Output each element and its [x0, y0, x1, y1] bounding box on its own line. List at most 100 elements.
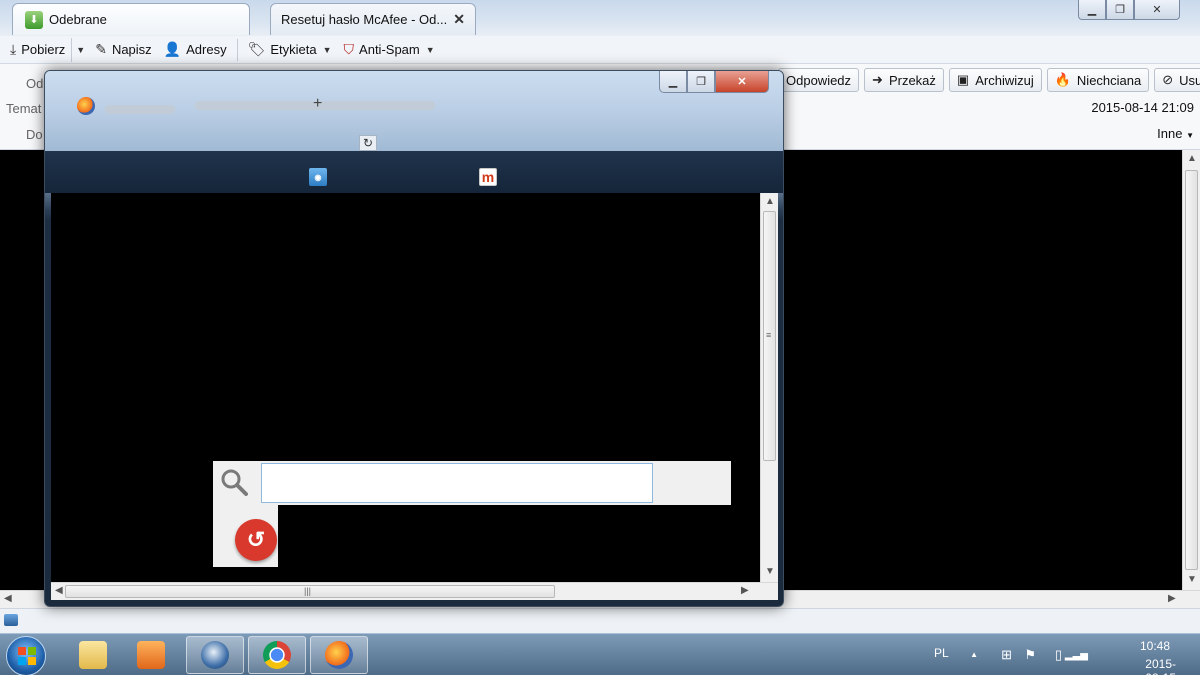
windows-taskbar: PL ▲ ⊞ ⚑ ▯ ▂▃▅ 10:48 2015-08-15 [0, 633, 1200, 675]
tab-mcafee-reset[interactable]: Resetuj hasło McAfee - Od... ✕ [270, 3, 476, 35]
taskbar-firefox[interactable] [310, 636, 368, 674]
tag-button[interactable]: 🏷 Etykieta ▼ [242, 38, 338, 62]
reply-button[interactable]: Odpowiedz [778, 68, 860, 92]
window-controls: ▁ ❐ ✕ [1078, 0, 1180, 20]
scroll-up-icon[interactable]: ▲ [765, 196, 775, 207]
taskbar-chrome[interactable] [248, 636, 306, 674]
folder-icon [79, 641, 107, 669]
search-bar [213, 461, 731, 505]
network-status-icon [4, 614, 18, 626]
refresh-icon: ↺ [246, 527, 266, 552]
start-button[interactable] [6, 636, 46, 675]
write-button[interactable]: ✎ Napisz [89, 38, 157, 62]
popup-horizontal-scrollbar[interactable]: ◀ ||| ▶ [51, 582, 778, 600]
search-input[interactable] [261, 463, 653, 503]
junk-button[interactable]: 🔥 Niechciana [1046, 68, 1150, 92]
status-bar [0, 608, 1200, 633]
reset-panel: ↺ [213, 505, 278, 567]
reply-label: Odpowiedz [786, 72, 852, 88]
tab-inbox[interactable]: ⬇ Odebrane [12, 3, 250, 35]
reload-icon[interactable]: ↻ [359, 135, 377, 151]
shield-icon: ⛉ [343, 41, 355, 57]
toolbar-separator [236, 38, 238, 61]
antispam-label: Anti-Spam [359, 42, 420, 57]
junk-label: Niechciana [1076, 72, 1142, 88]
get-messages-dropdown[interactable]: ▼ [71, 37, 89, 62]
scroll-down-icon[interactable]: ▼ [765, 566, 775, 577]
scrollbar-thumb[interactable]: ||| [65, 585, 555, 598]
other-label: Inne [1157, 126, 1183, 141]
scroll-right-icon[interactable]: ▶ [741, 585, 749, 596]
forward-label: Przekaż [888, 72, 936, 88]
chrome-icon [263, 641, 291, 669]
tag-label: Etykieta [270, 42, 317, 57]
popup-vertical-scrollbar[interactable]: ▲ ≡ ▼ [760, 193, 778, 582]
scrollbar-thumb[interactable] [1185, 170, 1198, 570]
bookmark-favicon-m-icon[interactable]: m [479, 168, 497, 186]
inbox-download-icon: ⬇ [25, 10, 43, 29]
popup-maximize-button[interactable]: ❐ [687, 71, 715, 93]
media-player-icon [137, 641, 165, 669]
tag-icon: 🏷 [247, 41, 266, 57]
taskbar-media-player[interactable] [122, 636, 180, 674]
scroll-down-icon[interactable]: ▼ [1187, 574, 1197, 585]
grip-icon: ||| [304, 586, 312, 596]
scroll-left-icon[interactable]: ◀ [4, 593, 12, 604]
maximize-button[interactable]: ❐ [1106, 0, 1134, 20]
show-hidden-icons-icon[interactable]: ▲ [970, 650, 978, 659]
scroll-up-icon[interactable]: ▲ [1187, 153, 1197, 164]
flag-icon[interactable]: ⚑ [1024, 647, 1036, 663]
person-icon: 👤 [163, 41, 182, 57]
address-book-label: Adresy [186, 42, 227, 57]
blurred-text [105, 105, 175, 114]
signal-icon[interactable]: ▂▃▅ [1065, 650, 1088, 661]
tab-strip: ⬇ Odebrane Resetuj hasło McAfee - Od... … [0, 0, 1200, 36]
battery-icon[interactable]: ▯ [1055, 647, 1062, 663]
popup-titlebar: ▁ ❐ ✕ + ↻ [45, 71, 783, 151]
bookmark-favicon-icon[interactable]: ◉ [309, 168, 327, 186]
chevron-down-icon: ▼ [322, 44, 332, 55]
taskbar-explorer[interactable] [64, 636, 122, 674]
get-messages-label: Pobierz [21, 42, 66, 57]
reset-button[interactable]: ↺ [235, 519, 277, 561]
tab-inbox-label: Odebrane [49, 12, 107, 27]
minimize-button[interactable]: ▁ [1078, 0, 1106, 20]
firefox-icon [77, 97, 95, 115]
delete-label: Usuń [1179, 72, 1200, 88]
search-icon [221, 469, 248, 496]
grip-icon: ≡ [766, 330, 772, 340]
scroll-right-icon[interactable]: ▶ [1168, 593, 1176, 604]
mail-toolbar: ⤓ Pobierz ▼ ✎ Napisz 👤 Adresy 🏷 Etykieta… [0, 36, 1200, 64]
other-actions-menu[interactable]: Inne ▼ [1157, 126, 1194, 141]
no-entry-icon: ⊘ [1162, 72, 1174, 87]
address-book-button[interactable]: 👤 Adresy [158, 38, 233, 62]
popup-close-button[interactable]: ✕ [715, 71, 769, 93]
clock-date[interactable]: 2015-08-15 [1145, 657, 1176, 675]
popup-minimize-button[interactable]: ▁ [659, 71, 687, 93]
get-messages-button[interactable]: ⤓ Pobierz [4, 38, 71, 62]
close-window-button[interactable]: ✕ [1134, 0, 1180, 20]
clock-time[interactable]: 10:48 [1140, 639, 1170, 653]
scrollbar-thumb[interactable]: ≡ [763, 211, 776, 461]
close-tab-icon[interactable]: ✕ [453, 11, 465, 28]
new-tab-icon[interactable]: + [313, 95, 322, 113]
chevron-down-icon: ▼ [425, 44, 435, 55]
taskbar-thunderbird[interactable] [186, 636, 244, 674]
archive-button[interactable]: ▣ Archiwizuj [948, 68, 1042, 92]
forward-button[interactable]: ➜ Przekaż [864, 68, 944, 92]
archive-icon: ▣ [956, 72, 970, 87]
subject-label: Temat [6, 101, 42, 116]
language-indicator[interactable]: PL [934, 646, 949, 660]
antispam-button[interactable]: ⛉ Anti-Spam ▼ [338, 38, 441, 62]
windows-logo-tray-icon[interactable]: ⊞ [1001, 647, 1012, 663]
popup-bookmarks-bar: ◉ m [45, 151, 783, 193]
firefox-icon [325, 641, 353, 669]
delete-button[interactable]: ⊘ Usuń [1154, 68, 1200, 92]
tab-mcafee-label: Resetuj hasło McAfee - Od... [281, 12, 448, 27]
firefox-popup-window: ▁ ❐ ✕ + ↻ ◉ m ↺ ▲ ≡ ▼ ◀ ||| ▶ [44, 70, 784, 607]
archive-label: Archiwizuj [975, 72, 1034, 88]
arrow-right-icon: ➜ [872, 72, 883, 87]
message-vertical-scrollbar[interactable]: ▲ ▼ [1182, 150, 1200, 590]
scroll-left-icon[interactable]: ◀ [55, 585, 63, 596]
windows-logo-icon [18, 647, 36, 665]
